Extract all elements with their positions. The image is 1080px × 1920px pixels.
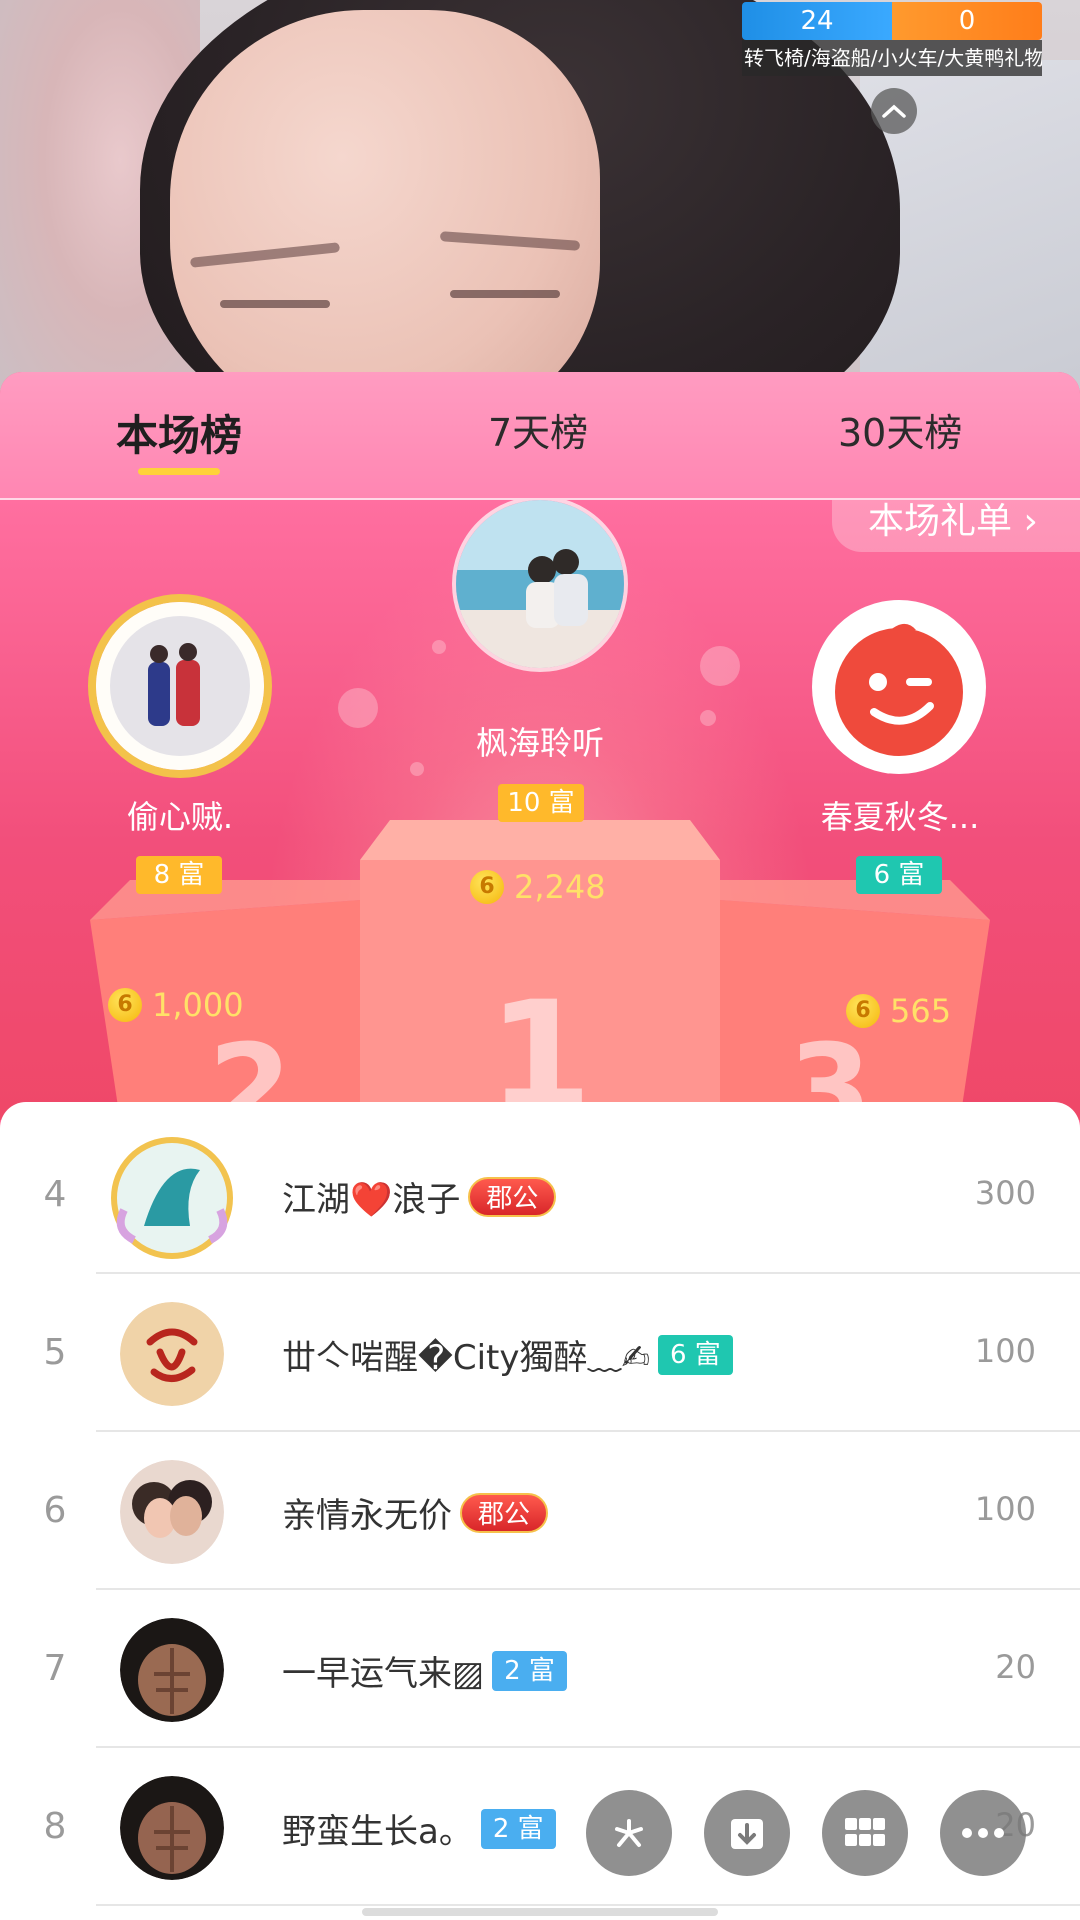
score-left: 24 [742,2,892,40]
rich-badge: 6 富 [658,1334,733,1375]
more-icon [962,1828,1004,1838]
user-name: 野蛮生长a。 2 富 [282,1804,556,1853]
rich-badge: 2 富 [492,1650,567,1691]
podium-area: 本场礼单 › 1 2 3 枫海聆听 10 富 6 2,248 偷心贼. 8 富 … [0,500,1080,1120]
avatar[interactable] [120,1776,224,1880]
coin-icon: 6 [108,988,142,1022]
download-icon [731,1819,763,1849]
first-name: 枫海聆听 [475,724,604,762]
list-item[interactable]: 6 亲情永无价 郡公 100 [0,1432,1080,1590]
ranking-tabs: 本场榜 7天榜 30天榜 [0,372,1080,500]
user-name: 丗亽啱醒�City獨醉﹏✍ 6 富 [282,1330,733,1379]
user-score: 100 [974,1332,1036,1370]
user-score: 100 [974,1490,1036,1528]
avatar-second[interactable] [88,594,272,778]
row-divider [96,1904,1080,1906]
rich-badge: 2 富 [480,1808,556,1849]
tab-current-session[interactable]: 本场榜 [116,402,242,463]
avatar[interactable] [120,1302,224,1406]
user-score: 300 [974,1174,1036,1212]
coin-icon: 6 [470,870,504,904]
ranking-list: 4 江湖❤️浪子 郡公 300 5 丗亽啱醒�City獨醉﹏✍ 6 富 100 … [0,1102,1080,1920]
ranking-panel: 本场榜 7天榜 30天榜 本场礼单 › 1 2 3 枫海聆听 10 富 6 2,… [0,372,1080,1920]
collapse-button[interactable] [871,88,917,134]
list-item[interactable]: 4 江湖❤️浪子 郡公 300 [0,1116,1080,1274]
sparkle-button[interactable] [586,1790,672,1876]
list-item[interactable]: 8 野蛮生长a。 2 富 20 [0,1748,1080,1906]
avatar-first[interactable] [452,500,628,672]
avatar[interactable] [104,1130,240,1266]
tab-7-days[interactable]: 7天榜 [488,402,588,457]
second-rich-badge: 8 富 [136,856,222,894]
tab-indicator [138,468,220,475]
third-coins: 6 565 [846,992,951,1030]
score-caption: 转飞椅/海盗船/小火车/大黄鸭礼物 [742,40,1042,76]
user-score: 20 [995,1648,1036,1686]
first-rich-badge: 10 富 [498,784,584,822]
list-item[interactable]: 7 一早运气来▨ 2 富 20 [0,1590,1080,1748]
second-name: 偷心贼. [126,798,234,836]
coin-icon: 6 [846,994,880,1028]
grid-button[interactable] [822,1790,908,1876]
user-name: 一早运气来▨ 2 富 [282,1646,567,1695]
pk-score-bar: 24 0 [742,2,1042,40]
more-button[interactable] [940,1790,1026,1876]
rank-number: 6 [43,1490,67,1531]
first-coins: 6 2,248 [470,868,606,906]
title-badge: 郡公 [468,1176,557,1217]
third-name: 春夏秋冬... [820,798,980,836]
home-indicator [362,1908,718,1916]
rank-number: 7 [43,1648,67,1689]
third-rich-badge: 6 富 [856,856,942,894]
avatar[interactable] [120,1460,224,1564]
session-gift-list-link[interactable]: 本场礼单 › [832,500,1080,552]
score-right: 0 [892,2,1042,40]
grid-icon [845,1818,885,1846]
podium-number-1: 1 [487,970,593,1120]
avatar-third[interactable] [812,600,986,774]
user-name: 江湖❤️浪子 郡公 [282,1172,557,1221]
rank-number: 8 [43,1806,67,1847]
user-name: 亲情永无价 郡公 [282,1488,549,1537]
tab-30-days[interactable]: 30天榜 [838,402,962,457]
second-coins: 6 1,000 [108,986,244,1024]
rank-number: 5 [43,1332,67,1373]
list-item[interactable]: 5 丗亽啱醒�City獨醉﹏✍ 6 富 100 [0,1274,1080,1432]
title-badge: 郡公 [460,1492,549,1533]
download-button[interactable] [704,1790,790,1876]
sparkle-icon [615,1819,643,1847]
rank-number: 4 [43,1174,67,1215]
avatar[interactable] [120,1618,224,1722]
chevron-up-icon [882,104,906,118]
